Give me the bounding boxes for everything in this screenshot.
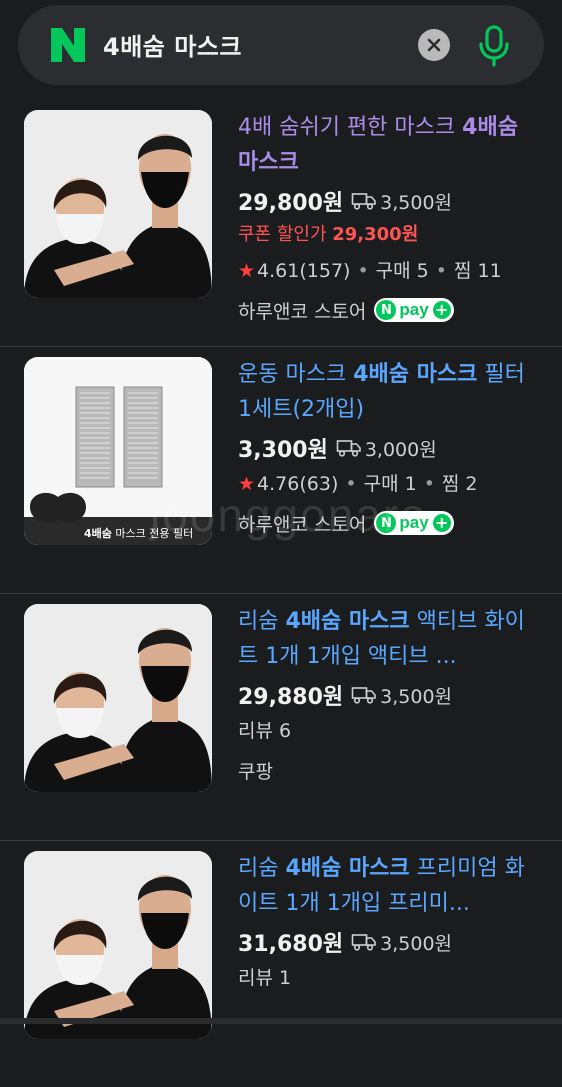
store-row: 쿠팡 [238,750,538,790]
store-name[interactable]: 하루앤코 스토어 [238,297,366,324]
microphone-icon[interactable] [476,23,512,67]
rating-value: 4.76 [257,473,300,495]
product-item[interactable]: 4배숨 마스크 전용 필터 운동 마스크 4배숨 마스크 필터 1세트(2개입)… [0,346,562,593]
store-row: 하루앤코 스토어 N pay + [238,290,538,330]
product-item[interactable]: 리숨 4배숨 마스크 프리미엄 화이트 1개 1개입 프리미... 31,680… [0,840,562,1087]
rating-row: ★ 4.61 (157) • 구매 5 • 찜 11 [238,252,538,290]
product-thumbnail[interactable] [24,851,212,1039]
shipping-fee: 3,500원 [351,682,452,709]
product-photo [24,110,212,298]
rating-value: 4.61 [257,260,300,282]
search-bar[interactable]: 4배숨 마스크 [18,5,544,85]
truck-icon [351,193,376,210]
plus-icon: + [432,301,451,319]
review-count: 리뷰 1 [238,967,292,989]
wish-count: 찜 2 [441,473,478,495]
naver-logo-icon[interactable] [48,25,88,65]
shipping-fee: 3,500원 [351,188,452,215]
purchase-count: 구매 1 [363,473,417,495]
price-row: 31,680원 3,500원 [238,925,538,959]
shipping-fee: 3,500원 [351,929,452,956]
product-item[interactable]: 리숨 4배숨 마스크 액티브 화이트 1개 1개입 액티브 ... 29,880… [0,593,562,840]
product-list: 4배 숨쉬기 편한 마스크 4배숨 마스크 29,800원 3,500원 쿠폰 … [0,100,562,1087]
coupon-price: 쿠폰 할인가 29,300원 [238,224,419,245]
wish-count: 찜 11 [453,260,502,282]
product-info: 리숨 4배숨 마스크 액티브 화이트 1개 1개입 액티브 ... 29,880… [238,604,538,790]
bottom-divider [0,1018,562,1024]
store-name[interactable]: 하루앤코 스토어 [238,510,366,537]
close-icon [427,38,441,52]
product-price: 29,800원 [238,191,344,216]
shipping-fee: 3,000원 [336,435,437,462]
search-query[interactable]: 4배숨 마스크 [103,27,242,62]
store-row: 하루앤코 스토어 N pay + [238,503,538,543]
product-info: 운동 마스크 4배숨 마스크 필터 1세트(2개입) 3,300원 3,000원… [238,357,538,543]
product-info: 4배 숨쉬기 편한 마스크 4배숨 마스크 29,800원 3,500원 쿠폰 … [238,110,538,330]
star-icon: ★ [238,473,256,495]
purchase-count: 구매 5 [375,260,429,282]
price-row: 3,300원 3,000원 [238,431,538,465]
star-icon: ★ [238,260,256,282]
product-photo [24,851,212,1039]
npay-n-icon: N [376,300,397,320]
npay-badge: N pay + [374,511,454,535]
review-count: 리뷰 6 [238,720,292,742]
product-photo [24,604,212,792]
clear-search-button[interactable] [418,29,450,61]
npay-badge: N pay + [374,298,454,322]
product-title[interactable]: 리숨 4배숨 마스크 액티브 화이트 1개 1개입 액티브 ... [238,604,538,674]
product-title[interactable]: 4배 숨쉬기 편한 마스크 4배숨 마스크 [238,110,538,180]
plus-icon: + [432,514,451,532]
product-price: 3,300원 [238,438,328,463]
truck-icon [351,934,376,951]
product-info: 리숨 4배숨 마스크 프리미엄 화이트 1개 1개입 프리미... 31,680… [238,851,538,997]
rating-row: ★ 4.76 (63) • 구매 1 • 찜 2 [238,465,538,503]
product-thumbnail[interactable] [24,110,212,298]
photo-caption: 4배숨 마스크 전용 필터 [84,526,193,540]
product-price: 29,880원 [238,685,344,710]
price-row: 29,880원 3,500원 [238,678,538,712]
review-count: (63) [299,473,339,495]
review-count: (157) [299,260,351,282]
product-thumbnail[interactable] [24,604,212,792]
product-title[interactable]: 운동 마스크 4배숨 마스크 필터 1세트(2개입) [238,357,538,427]
price-row: 29,800원 3,500원 [238,184,538,218]
npay-n-icon: N [376,513,397,533]
truck-icon [351,687,376,704]
product-thumbnail[interactable]: 4배숨 마스크 전용 필터 [24,357,212,545]
product-photo: 4배숨 마스크 전용 필터 [24,357,212,545]
product-title[interactable]: 리숨 4배숨 마스크 프리미엄 화이트 1개 1개입 프리미... [238,851,538,921]
product-item[interactable]: 4배 숨쉬기 편한 마스크 4배숨 마스크 29,800원 3,500원 쿠폰 … [0,100,562,346]
store-name[interactable]: 쿠팡 [238,757,273,784]
product-price: 31,680원 [238,932,344,957]
truck-icon [336,440,361,457]
